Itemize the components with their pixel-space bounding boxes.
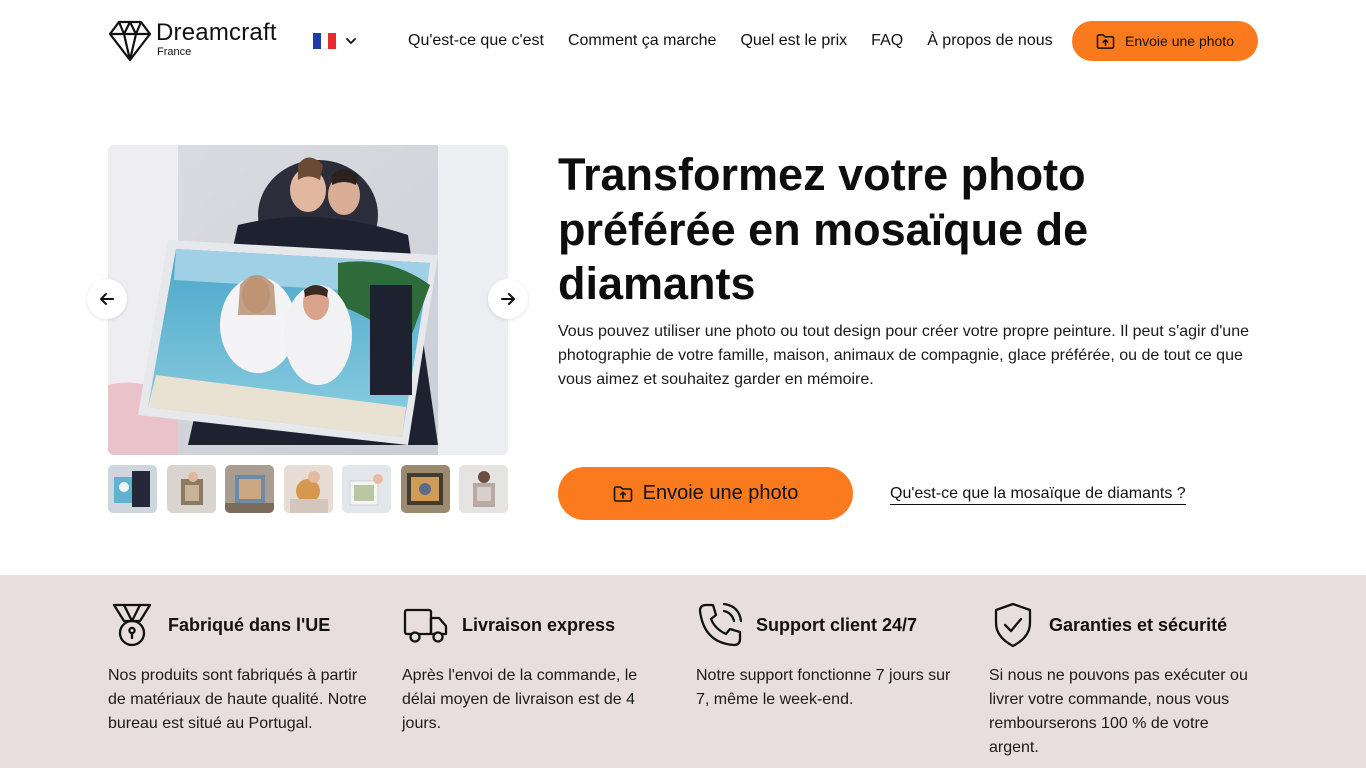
thumbnail-7[interactable] — [459, 465, 508, 513]
header-upload-photo-button[interactable]: Envoie une photo — [1072, 21, 1258, 61]
hero-description: Vous pouvez utiliser une photo ou tout d… — [558, 323, 1249, 388]
france-flag-icon — [313, 33, 337, 49]
carousel-thumbnails — [108, 465, 508, 513]
medal-icon — [112, 603, 152, 647]
nav-about[interactable]: À propos de nous — [927, 31, 1052, 51]
feature-text: Après l'envoi de la commande, le délai m… — [402, 667, 638, 732]
shield-check-icon — [994, 602, 1032, 648]
carousel-prev-button[interactable] — [87, 279, 127, 319]
language-selector[interactable] — [313, 33, 358, 49]
thumbnail-6[interactable] — [400, 465, 450, 513]
folder-upload-icon — [613, 485, 632, 502]
chevron-down-icon — [346, 38, 356, 44]
hero-product-photo — [108, 145, 508, 455]
main-nav: Qu'est-ce que c'est Comment ça marche Qu… — [408, 31, 1077, 51]
diamond-logo-icon — [108, 20, 152, 62]
logo-subtitle: France — [157, 46, 192, 58]
feature-title: Livraison express — [462, 614, 616, 635]
thumbnail-3[interactable] — [225, 465, 274, 513]
arrow-left-icon — [100, 293, 114, 305]
nav-price[interactable]: Quel est le prix — [740, 31, 847, 51]
site-header: Dreamcraft France Qu'est-ce que c'est Co… — [0, 0, 1366, 82]
feature-text: Notre support fonctionne 7 jours sur 7, … — [696, 667, 951, 708]
feature-text: Nos produits sont fabriqués à partir de … — [108, 667, 367, 732]
nav-faq[interactable]: FAQ — [871, 31, 903, 51]
carousel-next-button[interactable] — [488, 279, 528, 319]
hero-upload-photo-button[interactable]: Envoie une photo — [558, 467, 853, 520]
thumbnail-5[interactable] — [342, 465, 391, 513]
feature-text: Si nous ne pouvons pas exécuter ou livre… — [989, 667, 1248, 756]
features-section: Fabriqué dans l'UE Nos produits sont fab… — [0, 575, 1366, 768]
nav-what-is-it[interactable]: Qu'est-ce que c'est — [408, 31, 544, 51]
logo[interactable]: Dreamcraft France — [108, 20, 277, 62]
folder-upload-icon — [1096, 33, 1115, 49]
feature-title: Fabriqué dans l'UE — [168, 614, 331, 635]
hero-upload-photo-label: Envoie une photo — [642, 482, 799, 504]
what-is-diamond-mosaic-link[interactable]: Qu'est-ce que la mosaïque de diamants ? — [890, 484, 1186, 505]
header-upload-photo-label: Envoie une photo — [1125, 33, 1234, 49]
nav-how-it-works[interactable]: Comment ça marche — [568, 31, 717, 51]
thumbnail-2[interactable] — [166, 465, 216, 513]
phone-icon — [698, 602, 743, 647]
logo-name: Dreamcraft — [156, 19, 277, 46]
arrow-right-icon — [501, 293, 515, 305]
feature-title: Garanties et sécurité — [1049, 614, 1228, 635]
thumbnail-4[interactable] — [283, 465, 333, 513]
feature-title: Support client 24/7 — [756, 614, 918, 635]
thumbnail-1[interactable] — [108, 465, 157, 513]
hero-title: Transformez votre photo préférée en mosa… — [558, 149, 1089, 309]
truck-icon — [403, 608, 448, 643]
